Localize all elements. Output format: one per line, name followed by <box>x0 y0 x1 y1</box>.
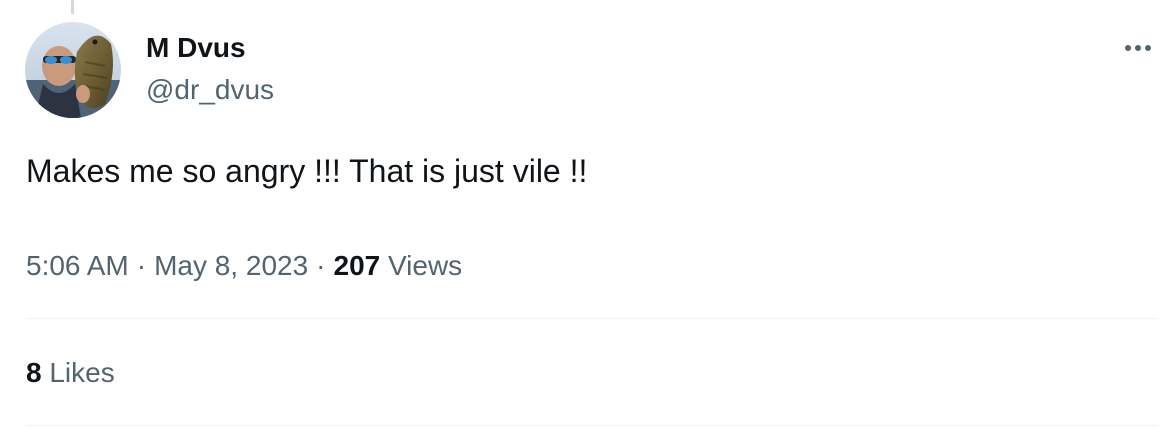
avatar-photo-icon <box>25 22 121 118</box>
more-options-icon[interactable] <box>1118 36 1158 60</box>
tweet-timestamp-date[interactable]: May 8, 2023 <box>154 250 308 281</box>
views-label: Views <box>388 250 463 281</box>
author-handle[interactable]: @dr_dvus <box>146 72 274 108</box>
author-display-name[interactable]: M Dvus <box>146 30 246 66</box>
views-count: 207 <box>333 250 381 281</box>
likes-label: Likes <box>49 357 115 388</box>
likes-stat[interactable]: 8 Likes <box>26 355 115 391</box>
divider <box>26 425 1158 426</box>
tweet-detail: M Dvus @dr_dvus Makes me so angry !!! Th… <box>0 0 1168 428</box>
divider <box>26 318 1158 319</box>
likes-count: 8 <box>26 357 42 388</box>
meta-separator: · <box>316 250 326 281</box>
meta-separator: · <box>136 250 147 281</box>
tweet-metadata: 5:06 AM · May 8, 2023 · 207 Views <box>26 248 462 284</box>
tweet-text: Makes me so angry !!! That is just vile … <box>26 153 588 189</box>
tweet-timestamp-time[interactable]: 5:06 AM <box>26 250 129 281</box>
author-avatar[interactable] <box>25 22 121 118</box>
thread-connector-line <box>71 0 74 14</box>
